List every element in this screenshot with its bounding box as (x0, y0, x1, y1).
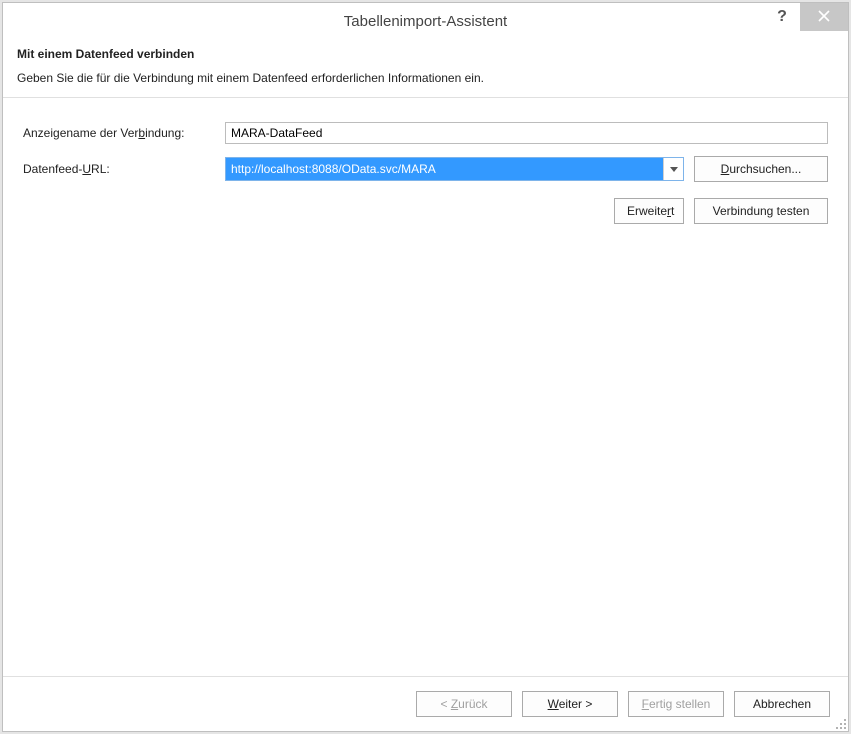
wizard-content: Anzeigename der Verbindung: Datenfeed-UR… (3, 98, 848, 676)
url-combobox[interactable]: http://localhost:8088/OData.svc/MARA (225, 157, 684, 181)
close-button[interactable] (800, 3, 848, 31)
back-button: < Zurück (416, 691, 512, 717)
url-dropdown-button[interactable] (663, 158, 683, 180)
help-icon: ? (777, 8, 787, 26)
chevron-down-icon (670, 162, 678, 176)
help-button[interactable]: ? (764, 3, 800, 31)
titlebar: Tabellenimport-Assistent ? (3, 3, 848, 39)
window-title: Tabellenimport-Assistent (344, 13, 507, 30)
resize-grip[interactable] (833, 716, 847, 730)
url-label: Datenfeed-URL: (23, 162, 225, 176)
wizard-heading: Mit einem Datenfeed verbinden (17, 47, 834, 61)
wizard-description: Geben Sie die für die Verbindung mit ein… (17, 71, 834, 85)
advanced-button[interactable]: Erweitert (614, 198, 684, 224)
connection-name-label: Anzeigename der Verbindung: (23, 126, 225, 140)
test-connection-button[interactable]: Verbindung testen (694, 198, 828, 224)
finish-button: Fertig stellen (628, 691, 724, 717)
browse-button[interactable]: Durchsuchen... (694, 156, 828, 182)
next-button[interactable]: Weiter > (522, 691, 618, 717)
cancel-button[interactable]: Abbrechen (734, 691, 830, 717)
connection-name-input[interactable] (225, 122, 828, 144)
url-value[interactable]: http://localhost:8088/OData.svc/MARA (226, 158, 663, 180)
wizard-header: Mit einem Datenfeed verbinden Geben Sie … (3, 39, 848, 98)
close-icon (818, 10, 830, 25)
wizard-footer: < Zurück Weiter > Fertig stellen Abbrech… (3, 676, 848, 731)
